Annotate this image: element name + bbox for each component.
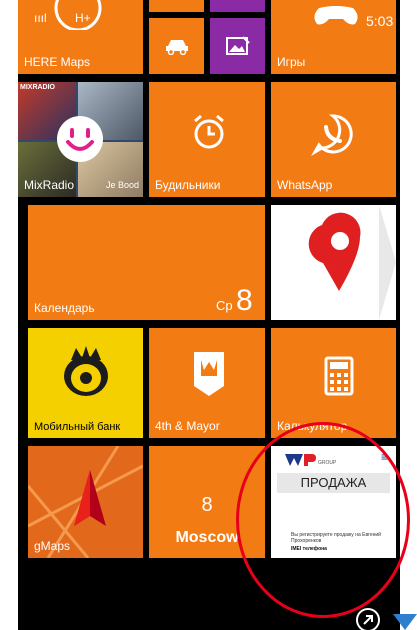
tile-weather[interactable]: 8 Moscow: [149, 446, 265, 558]
album-art-caption-1: MIXRADIO: [20, 84, 55, 91]
tile-gmaps[interactable]: gMaps: [28, 446, 143, 558]
tile-whatsapp[interactable]: WhatsApp: [271, 82, 396, 197]
tile-label: WhatsApp: [277, 178, 333, 192]
wp-description: Вы регистрируете продажу на Евгений Прох…: [291, 532, 381, 544]
tile-yandex-maps[interactable]: [271, 205, 396, 320]
crown-icon: [194, 352, 224, 396]
tile-car-app[interactable]: [149, 0, 204, 12]
tile-here-maps[interactable]: HERE Maps: [18, 0, 143, 74]
tile-label: MixRadio: [24, 178, 75, 192]
wp-menu-icon[interactable]: ≡: [381, 450, 388, 464]
wp-group-text: GROUP: [318, 460, 337, 466]
tile-label: gMaps: [34, 539, 71, 553]
mixradio-smiley-icon: [57, 116, 103, 162]
tile-photo-edit[interactable]: [210, 18, 265, 74]
wp-brand-text: WP: [285, 450, 287, 451]
wp-heading: ПРОДАЖА: [300, 475, 367, 490]
wp-imei-label: IMEI телефона: [291, 546, 327, 552]
here-maps-icon: [54, 0, 102, 30]
tile-wp-group-sale[interactable]: WP GROUP ≡ ПРОДАЖА Вы регистрируете прод…: [271, 446, 396, 558]
tile-mobile-bank[interactable]: Мобильный банк: [28, 328, 143, 438]
calendar-date: 8: [236, 284, 253, 317]
tile-label: Калькулятор: [277, 419, 348, 433]
tile-label: 4th & Mayor: [155, 419, 220, 433]
tile-small-top-purple[interactable]: [210, 0, 265, 12]
whatsapp-icon: [311, 114, 353, 156]
tile-calculator[interactable]: Калькулятор: [271, 328, 396, 438]
weather-temperature: 8: [201, 494, 213, 516]
weather-city: Moscow: [175, 529, 239, 546]
arrow-circle-icon[interactable]: [355, 607, 381, 630]
tile-alarms[interactable]: Будильники: [149, 82, 265, 197]
tile-mixradio[interactable]: MIXRADIO Je Bood MixRadio: [18, 82, 143, 197]
tile-label: Будильники: [155, 178, 221, 192]
tile-games[interactable]: Игры: [271, 0, 396, 74]
tile-label: Мобильный банк: [34, 421, 121, 433]
tile-label: Игры: [277, 55, 306, 69]
xbox-controller-icon: [314, 6, 358, 25]
scroll-down-arrow-icon[interactable]: [393, 614, 417, 630]
bank-emblem-icon: [64, 346, 108, 396]
album-art-caption-2: Je Bood: [106, 180, 140, 190]
tile-foursquare[interactable]: 4th & Mayor: [149, 328, 265, 438]
tile-label: Календарь: [34, 301, 95, 315]
tile-label: HERE Maps: [24, 55, 91, 69]
car-icon: [166, 40, 188, 55]
tile-calendar[interactable]: Календарь Ср 8: [28, 205, 265, 320]
phone-screen: HERE Maps Игры MIXRADIO Je Bood MixRadio…: [18, 0, 400, 630]
location-pin-icon: [308, 205, 396, 320]
alarm-clock-icon: [194, 114, 224, 149]
tile-car[interactable]: [149, 18, 204, 74]
calendar-weekday: Ср: [216, 298, 233, 313]
photo-edit-icon: [226, 36, 250, 55]
calculator-icon: [324, 356, 354, 396]
